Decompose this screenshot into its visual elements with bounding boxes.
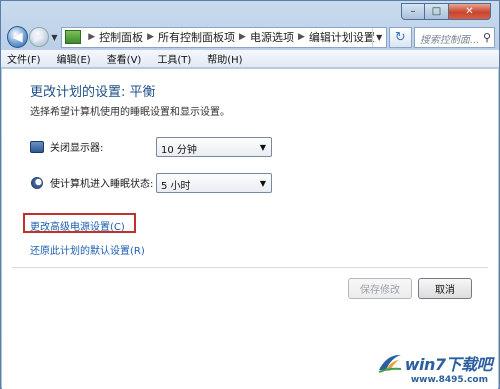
setting-row-display: 关闭显示器: (30, 139, 103, 154)
save-changes-button[interactable]: 保存修改 (348, 278, 412, 299)
breadcrumb-item-all-items[interactable]: 所有控制面板项 (158, 29, 235, 45)
watermark-text: win7下载吧 (404, 355, 493, 374)
setting-label-sleep: 使计算机进入睡眠状态: (50, 179, 154, 190)
sleep-select[interactable]: 5 小时 ▼ (156, 173, 272, 193)
maximize-button[interactable]: □ (425, 3, 449, 20)
menu-tools[interactable]: 工具(T) (157, 51, 191, 66)
sleep-value: 5 小时 (161, 181, 191, 192)
page-subtitle: 选择希望计算机使用的睡眠设置和显示设置。 (30, 107, 230, 118)
menu-help[interactable]: 帮助(H) (207, 51, 242, 66)
navigation-row: ◀ ▶ ▼ ▶ 控制面板 ▶ 所有控制面板项 ▶ 电源选项 ▶ 编辑计划设置 ▼… (7, 25, 495, 49)
restore-defaults-link[interactable]: 还原此计划的默认设置(R) (30, 242, 145, 257)
watermark-url: www.8495.com (410, 375, 488, 385)
chevron-down-icon: ▼ (259, 143, 266, 152)
breadcrumb-separator-icon[interactable]: ▶ (239, 32, 246, 42)
cancel-button[interactable]: 取消 (418, 278, 472, 299)
address-dropdown-icon[interactable]: ▼ (371, 27, 386, 47)
menu-file[interactable]: 文件(F) (7, 51, 41, 66)
search-placeholder: 搜索控制面... (419, 34, 480, 46)
address-bar[interactable]: ▶ 控制面板 ▶ 所有控制面板项 ▶ 电源选项 ▶ 编辑计划设置 ▼ (61, 26, 387, 48)
display-off-value: 10 分钟 (161, 145, 197, 156)
breadcrumb-item-edit-plan[interactable]: 编辑计划设置 (309, 29, 375, 45)
content-area: 更改计划的设置: 平衡 选择希望计算机使用的睡眠设置和显示设置。 关闭显示器: … (2, 69, 498, 389)
back-button[interactable]: ◀ (7, 26, 29, 48)
menu-bar: 文件(F) 编辑(E) 查看(V) 工具(T) 帮助(H) (1, 50, 499, 68)
control-panel-icon (65, 30, 82, 44)
watermark-logo-icon (378, 354, 401, 373)
breadcrumb-item-power-options[interactable]: 电源选项 (250, 29, 294, 45)
monitor-icon (30, 140, 44, 153)
breadcrumb-separator-icon[interactable]: ▶ (147, 32, 154, 42)
breadcrumb-separator-icon[interactable]: ▶ (88, 32, 95, 42)
chevron-down-icon: ▼ (259, 179, 266, 188)
setting-row-sleep: 使计算机进入睡眠状态: (30, 175, 153, 190)
search-input[interactable]: 搜索控制面... ⚲ (413, 26, 495, 48)
breadcrumb-separator-icon[interactable]: ▶ (298, 32, 305, 42)
menu-view[interactable]: 查看(V) (107, 51, 142, 66)
breadcrumb-item-control-panel[interactable]: 控制面板 (99, 29, 143, 45)
minimize-button[interactable]: – (401, 3, 425, 20)
search-icon[interactable]: ⚲ (483, 31, 491, 44)
watermark: win7下载吧 www.8495.com (377, 351, 493, 385)
close-button[interactable]: ✕ (449, 3, 491, 20)
forward-button[interactable]: ▶ (29, 27, 49, 47)
menu-edit[interactable]: 编辑(E) (57, 51, 91, 66)
display-off-select[interactable]: 10 分钟 ▼ (156, 137, 272, 157)
highlight-annotation (23, 213, 136, 233)
caption-buttons: – □ ✕ (401, 3, 491, 20)
refresh-button[interactable]: ↻ (388, 26, 412, 48)
setting-label-display: 关闭显示器: (50, 143, 104, 154)
page-title: 更改计划的设置: 平衡 (30, 85, 156, 100)
divider (12, 267, 488, 268)
control-panel-window: – □ ✕ ◀ ▶ ▼ ▶ 控制面板 ▶ 所有控制面板项 ▶ 电源选项 ▶ 编辑… (0, 0, 500, 389)
moon-icon (31, 176, 43, 189)
history-dropdown-icon[interactable]: ▼ (50, 33, 60, 42)
